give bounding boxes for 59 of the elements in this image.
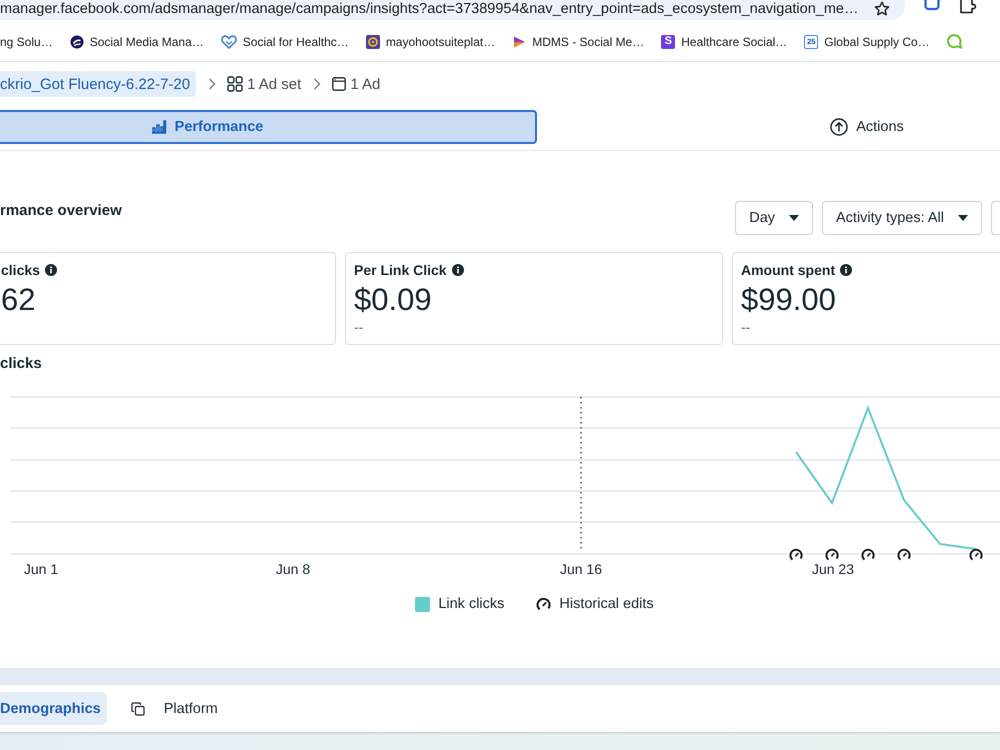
section-title: rmance overview <box>0 201 122 221</box>
metric-value: $99.00 <box>741 283 836 317</box>
axis-label: Jun 1 <box>24 561 58 577</box>
metric-value: $0.09 <box>354 283 432 317</box>
metric-label: clicks <box>1 262 40 278</box>
gauge-icon[interactable] <box>826 548 839 560</box>
bookmark-link[interactable]: Social for Healthc… <box>220 34 349 48</box>
window-icon <box>332 77 346 91</box>
metric-label: Per Link Click <box>354 262 447 278</box>
window-icon[interactable] <box>924 0 940 12</box>
overlapping-squares-icon <box>130 702 145 716</box>
bookmark-link[interactable]: Social Media Mana… <box>70 34 204 48</box>
metric-label: Amount spent <box>741 262 836 278</box>
bookmark-link[interactable]: mayohootsuiteplat… <box>366 34 496 48</box>
heart-icon <box>220 34 237 48</box>
chevron-right-icon <box>313 78 322 90</box>
dropdown-button[interactable]: Day <box>735 201 814 235</box>
metric-value: 62 <box>1 283 36 317</box>
breadcrumb-link[interactable]: 1 Ad set <box>227 71 302 97</box>
gauge-icon[interactable] <box>898 548 911 560</box>
puzzle-icon[interactable] <box>959 0 977 14</box>
star-icon[interactable] <box>874 1 890 17</box>
metric-comparison: -- <box>741 319 750 335</box>
breadcrumb-link[interactable]: 1 Ad <box>332 71 380 97</box>
info-icon[interactable] <box>44 264 57 276</box>
breadcrumb-link[interactable]: ckrio_Got Fluency-6.22-7-20 <box>0 71 196 97</box>
legend-label: Historical edits <box>559 596 654 612</box>
grid-icon <box>227 76 244 92</box>
upload-circle-icon <box>830 118 848 136</box>
square-logo-icon <box>366 34 380 48</box>
caret-icon <box>958 215 968 221</box>
play-icon <box>512 34 526 48</box>
letter-tile-icon: S <box>661 34 676 48</box>
gauge-icon <box>536 596 552 612</box>
bookmark-link[interactable]: S Healthcare Social… <box>661 34 788 48</box>
tab[interactable]: Demographics <box>0 692 107 725</box>
axis-label: Jun 23 <box>812 561 854 577</box>
chevron-right-icon <box>208 78 216 90</box>
gauge-icon[interactable] <box>862 548 875 560</box>
bookmark-link[interactable]: ng Solu… <box>0 34 53 48</box>
circle-logo-icon <box>70 34 84 48</box>
metric-comparison: -- <box>354 319 364 335</box>
axis-label: Jun 16 <box>560 561 602 577</box>
info-icon[interactable] <box>840 264 852 276</box>
tab[interactable]: Actions <box>537 110 1000 144</box>
info-icon[interactable] <box>452 264 464 276</box>
gauge-icon[interactable] <box>970 548 983 560</box>
url-text: manager.facebook.com/adsmanager/manage/campaigns/insights?act=37389954&nav_entry_point=ads_ecosystem_navigation_me… <box>0 1 858 17</box>
tab[interactable]: Platform <box>124 692 224 725</box>
caret-icon <box>789 215 800 221</box>
gauge-icon[interactable] <box>790 548 803 560</box>
address-bar[interactable]: manager.facebook.com/adsmanager/manage/campaigns/insights?act=37389954&nav_entry_point=ads_ecosystem_navigation_me… <box>0 0 905 20</box>
chart-title: clicks <box>0 355 42 373</box>
bookmark-link[interactable]: MDMS - Social Me… <box>512 34 644 48</box>
dropdown-button[interactable]: Activity types: All <box>822 201 982 235</box>
legend-label: Link clicks <box>438 596 504 612</box>
axis-label: Jun 8 <box>276 561 310 577</box>
tab[interactable]: Performance <box>0 110 537 144</box>
bar-chart-icon <box>150 120 167 134</box>
